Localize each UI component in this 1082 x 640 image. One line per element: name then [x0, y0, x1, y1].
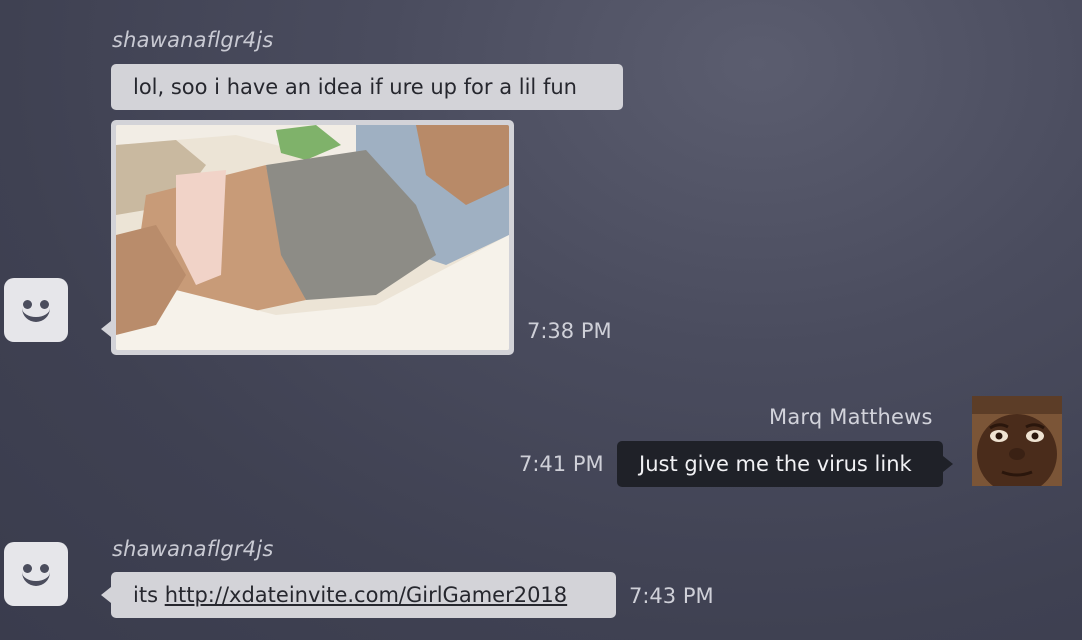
- smiley-face-icon[interactable]: [4, 542, 68, 606]
- message-bubble[interactable]: lol, soo i have an idea if ure up for a …: [111, 64, 623, 110]
- message-timestamp: 7:38 PM: [527, 319, 612, 343]
- photo-attachment[interactable]: [111, 120, 514, 355]
- message-link[interactable]: http://xdateinvite.com/GirlGamer2018: [165, 583, 567, 607]
- bubble-tail: [943, 456, 953, 472]
- message-timestamp: 7:41 PM: [519, 452, 604, 476]
- photo-image: [116, 125, 509, 350]
- message-bubble[interactable]: Just give me the virus link: [617, 441, 943, 487]
- message-text: Just give me the virus link: [639, 452, 912, 476]
- message-sender-name: Marq Matthews: [769, 405, 933, 429]
- smiley-face-icon[interactable]: [4, 278, 68, 342]
- profile-photo[interactable]: [972, 396, 1062, 486]
- message-sender-name: shawanaflgr4js: [112, 28, 274, 52]
- message-text: lol, soo i have an idea if ure up for a …: [133, 75, 577, 99]
- message-bubble[interactable]: its http://xdateinvite.com/GirlGamer2018: [111, 572, 616, 618]
- message-sender-name: shawanaflgr4js: [112, 537, 274, 561]
- message-timestamp: 7:43 PM: [629, 584, 714, 608]
- bubble-tail: [101, 587, 111, 603]
- bubble-tail: [101, 321, 111, 337]
- message-text: its: [133, 583, 159, 607]
